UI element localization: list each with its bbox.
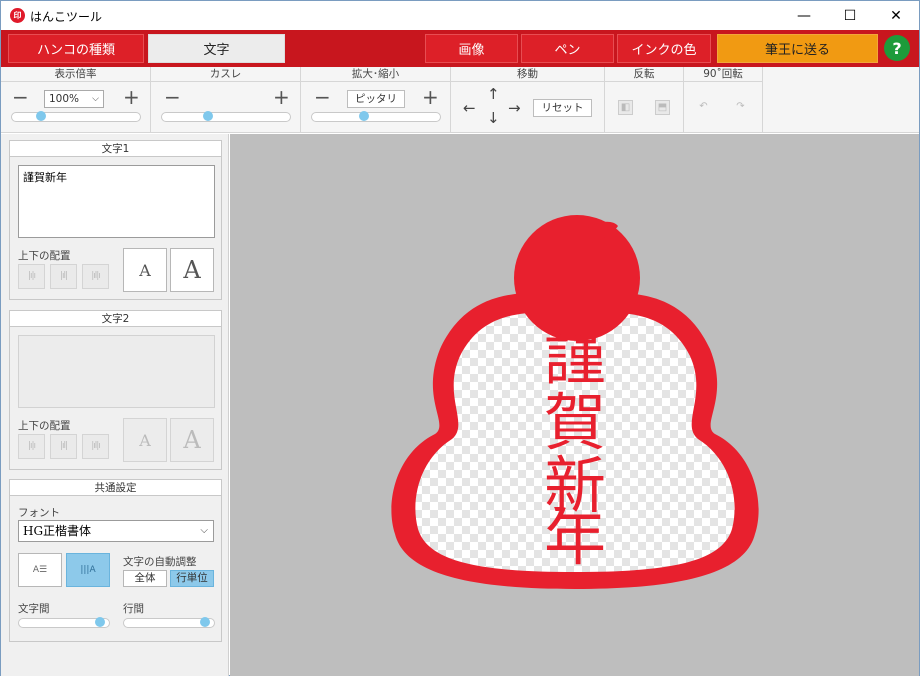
align-bottom-icon[interactable]: |ıl|ı — [82, 264, 109, 289]
align-top-icon[interactable]: |ı|ı — [18, 264, 45, 289]
align-middle-icon[interactable]: |ıl| — [50, 434, 77, 459]
zoom-label: 表示倍率 — [1, 67, 150, 82]
move-right-arrow-icon[interactable]: → — [508, 101, 521, 116]
tab-hanko-type[interactable]: ハンコの種類 — [8, 34, 144, 63]
stamp-char: 年 — [544, 501, 606, 574]
rotate-label: 90˚回転 — [684, 67, 762, 82]
font-small-button[interactable]: A — [123, 418, 167, 462]
app-window: 印 はんこツール — ☐ ✕ ハンコの種類 文字 画像 ペン インクの色 筆王に… — [0, 0, 920, 676]
zoom-group: 表示倍率 − 100% ⌵ + — [1, 67, 151, 133]
move-up-arrow-icon[interactable]: ↑ — [487, 87, 500, 102]
text2-section: 文字2 上下の配置 |ı|ı |ıl| |ıl|ı A A — [9, 310, 222, 470]
horizontal-text-icon[interactable]: A☰ — [18, 553, 62, 587]
app-icon: 印 — [10, 8, 25, 23]
stamp-preview: 謹 賀 新 年 — [391, 215, 759, 589]
help-button[interactable]: ? — [884, 35, 910, 61]
font-small-button[interactable]: A — [123, 248, 167, 292]
align-top-icon[interactable]: |ı|ı — [18, 434, 45, 459]
line-spacing-slider[interactable] — [123, 617, 215, 628]
move-left-arrow-icon[interactable]: ← — [463, 101, 476, 116]
text1-title: 文字1 — [10, 141, 221, 157]
chevron-down-icon: ⌵ — [200, 525, 208, 536]
stamp-canvas[interactable]: 謹 賀 新 年 — [230, 134, 919, 676]
scale-label: 拡大･縮小 — [301, 67, 450, 82]
tab-ink-color[interactable]: インクの色 — [617, 34, 711, 63]
tab-image[interactable]: 画像 — [425, 34, 518, 63]
move-group: 移動 ← ↑ ↓ → リセット — [451, 67, 605, 133]
zoom-value: 100% — [49, 93, 80, 105]
auto-adjust-all-button[interactable]: 全体 — [123, 570, 167, 587]
vertical-text-icon[interactable]: |||A — [66, 553, 110, 587]
common-settings-title: 共通設定 — [10, 480, 221, 496]
font-large-button[interactable]: A — [170, 418, 214, 462]
kasure-plus-button[interactable]: + — [273, 87, 290, 107]
kasure-slider[interactable] — [161, 111, 291, 122]
align-middle-icon[interactable]: |ıl| — [50, 264, 77, 289]
font-select-value: HG正楷書体 — [23, 524, 92, 538]
font-select[interactable]: HG正楷書体 ⌵ — [18, 520, 214, 542]
title-bar: 印 はんこツール — ☐ ✕ — [1, 1, 919, 30]
minimize-button[interactable]: — — [781, 1, 827, 30]
char-spacing-slider-thumb[interactable] — [95, 617, 105, 627]
close-button[interactable]: ✕ — [873, 1, 919, 30]
flip-group: 反転 ◧ ⬒ — [605, 67, 684, 133]
zoom-slider-thumb[interactable] — [35, 111, 46, 121]
zoom-minus-button[interactable]: − — [12, 87, 29, 107]
align-bottom-icon[interactable]: |ıl|ı — [82, 434, 109, 459]
flip-vertical-icon[interactable]: ⬒ — [655, 100, 670, 115]
flip-label: 反転 — [605, 67, 683, 82]
scale-slider[interactable] — [311, 111, 441, 122]
font-label: フォント — [18, 507, 60, 519]
text2-input[interactable] — [18, 335, 215, 408]
text1-align-label: 上下の配置 — [18, 250, 71, 262]
common-settings-section: 共通設定 フォント HG正楷書体 ⌵ A☰ |||A 文字の自動調整 全体 行単… — [9, 479, 222, 642]
text2-align-label: 上下の配置 — [18, 420, 71, 432]
send-to-fudeo-button[interactable]: 筆王に送る — [717, 34, 878, 63]
move-down-arrow-icon[interactable]: ↓ — [487, 111, 500, 126]
tab-pen[interactable]: ペン — [521, 34, 614, 63]
settings-panel: 文字1 謹賀新年 上下の配置 |ı|ı |ıl| |ıl|ı A A 文字2 上… — [1, 134, 229, 676]
scale-slider-thumb[interactable] — [359, 111, 370, 121]
move-label: 移動 — [451, 67, 604, 82]
text1-input[interactable]: 謹賀新年 — [18, 165, 215, 238]
kasure-group: カスレ − + — [151, 67, 301, 133]
char-spacing-slider[interactable] — [18, 617, 110, 628]
kasure-minus-button[interactable]: − — [164, 87, 181, 107]
text1-section: 文字1 謹賀新年 上下の配置 |ı|ı |ıl| |ıl|ı A A — [9, 140, 222, 300]
rotate-left-icon[interactable]: ↶ — [696, 100, 711, 115]
zoom-plus-button[interactable]: + — [123, 87, 140, 107]
kasure-label: カスレ — [151, 67, 300, 82]
line-spacing-slider-thumb[interactable] — [200, 617, 210, 627]
font-large-button[interactable]: A — [170, 248, 214, 292]
main-tab-bar: ハンコの種類 文字 画像 ペン インクの色 筆王に送る — [1, 30, 919, 67]
rotate-group: 90˚回転 ↶ ↷ — [684, 67, 763, 133]
auto-adjust-label: 文字の自動調整 — [123, 556, 197, 568]
flip-horizontal-icon[interactable]: ◧ — [618, 100, 633, 115]
rotate-right-icon[interactable]: ↷ — [733, 100, 748, 115]
auto-adjust-line-button[interactable]: 行単位 — [170, 570, 214, 587]
window-title: はんこツール — [30, 10, 103, 24]
scale-group: 拡大･縮小 − ピッタリ + — [301, 67, 451, 133]
toolbar: 表示倍率 − 100% ⌵ + カスレ − + 拡大･縮小 − ピッタリ + 移… — [1, 67, 919, 133]
scale-minus-button[interactable]: − — [314, 87, 331, 107]
reset-button[interactable]: リセット — [533, 99, 592, 117]
line-spacing-label: 行間 — [123, 603, 144, 615]
tab-text[interactable]: 文字 — [148, 34, 285, 63]
kasure-slider-thumb[interactable] — [203, 111, 214, 121]
char-spacing-label: 文字間 — [18, 603, 50, 615]
stamp-char: 謹 — [544, 321, 606, 394]
zoom-dropdown[interactable]: 100% ⌵ — [44, 90, 104, 108]
fit-button[interactable]: ピッタリ — [347, 90, 405, 108]
scale-plus-button[interactable]: + — [422, 87, 439, 107]
text2-title: 文字2 — [10, 311, 221, 327]
maximize-button[interactable]: ☐ — [827, 1, 873, 30]
chevron-down-icon: ⌵ — [92, 94, 99, 104]
zoom-slider[interactable] — [11, 111, 141, 122]
